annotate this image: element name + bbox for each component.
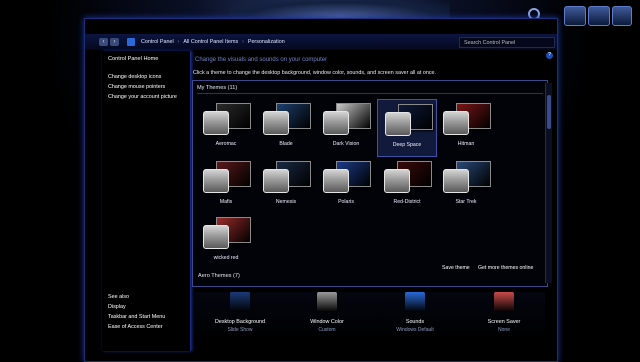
sidebar-link-account-picture[interactable]: Change your account picture	[108, 92, 177, 102]
theme-window-icon	[443, 111, 469, 135]
see-also-ease-of-access[interactable]: Ease of Access Center	[108, 322, 165, 332]
theme-scrollbar[interactable]	[545, 83, 552, 283]
see-also-display[interactable]: Display	[108, 302, 165, 312]
control-panel-home-link[interactable]: Control Panel Home	[108, 56, 158, 62]
theme-window-icon	[385, 112, 411, 136]
sidebar-links: Change desktop icons Change mouse pointe…	[108, 72, 177, 102]
theme-tile[interactable]: Deep Space	[377, 99, 437, 157]
control-panel-icon	[127, 38, 135, 46]
theme-name: Deep Space	[392, 142, 422, 148]
desktop-background-option[interactable]: Desktop Background Slide Show	[195, 292, 285, 333]
sidebar-link-desktop-icons[interactable]: Change desktop icons	[108, 72, 177, 82]
forward-icon[interactable]: ›	[110, 38, 119, 46]
save-theme-link[interactable]: Save theme	[442, 265, 470, 271]
theme-window-icon	[263, 169, 289, 193]
option-subtitle: Windows Default	[396, 327, 434, 333]
breadcrumb-separator-icon: ›	[177, 39, 180, 45]
theme-window-icon	[203, 111, 229, 135]
gadget-button[interactable]	[612, 6, 632, 26]
theme-tile[interactable]: wicked red	[196, 213, 256, 271]
gadget-button[interactable]	[564, 6, 586, 26]
see-also-taskbar[interactable]: Taskbar and Start Menu	[108, 312, 165, 322]
theme-name: Red-District	[393, 199, 421, 205]
window-color-icon	[317, 292, 337, 312]
screen-saver-icon	[494, 292, 514, 312]
theme-window-icon	[203, 169, 229, 193]
sidebar-link-mouse-pointers[interactable]: Change mouse pointers	[108, 82, 177, 92]
theme-window-icon	[384, 169, 410, 193]
theme-tile[interactable]: Star Trek	[436, 157, 496, 215]
theme-tile[interactable]: Red-District	[377, 157, 437, 215]
gadget-button[interactable]	[588, 6, 610, 26]
option-title: Window Color	[310, 319, 344, 325]
aero-themes-label: Aero Themes (7)	[198, 273, 240, 279]
breadcrumb-personalization[interactable]: Personalization	[248, 39, 285, 45]
group-divider	[197, 93, 543, 94]
theme-tile[interactable]: Mafis	[196, 157, 256, 215]
theme-name: Nemesis	[275, 199, 297, 205]
option-title: Desktop Background	[214, 319, 266, 325]
theme-window-icon	[323, 111, 349, 135]
search-input[interactable]: Search Control Panel	[459, 36, 555, 48]
sounds-option[interactable]: Sounds Windows Default	[370, 292, 460, 333]
option-subtitle: None	[498, 327, 510, 333]
screen-saver-option[interactable]: Screen Saver None	[459, 292, 549, 333]
theme-name: Hitman	[457, 141, 475, 147]
theme-tile[interactable]: Dark Vision	[316, 99, 376, 157]
theme-window-icon	[203, 225, 229, 249]
page-description: Click a theme to change the desktop back…	[193, 70, 437, 76]
theme-name: wicked red	[213, 255, 239, 261]
see-also-title: See also	[108, 294, 129, 300]
breadcrumb-control-panel[interactable]: Control Panel	[141, 39, 174, 45]
theme-name: Mafis	[219, 199, 233, 205]
theme-list: My Themes (11) Aeromac Blade Dark Vision De…	[192, 80, 548, 287]
option-title: Sounds	[405, 319, 425, 325]
option-subtitle: Custom	[318, 327, 336, 333]
get-more-themes-link[interactable]: Get more themes online	[478, 265, 533, 271]
theme-tile[interactable]: Nemesis	[256, 157, 316, 215]
scrollbar-thumb[interactable]	[547, 95, 551, 129]
theme-name: Aeromac	[215, 141, 237, 147]
theme-name: Polaris	[338, 199, 354, 205]
theme-name: Star Trek	[455, 199, 477, 205]
breadcrumb-all-items[interactable]: All Control Panel Items	[183, 39, 238, 45]
sounds-icon	[405, 292, 425, 312]
theme-name: Blade	[279, 141, 293, 147]
option-title: Screen Saver	[487, 319, 521, 325]
back-icon[interactable]: ‹	[99, 38, 108, 46]
theme-name: Dark Vision	[332, 141, 360, 147]
window-color-option[interactable]: Window Color Custom	[282, 292, 372, 333]
theme-tile[interactable]: Polaris	[316, 157, 376, 215]
theme-options-bar: Desktop Background Slide Show Window Col…	[195, 292, 545, 342]
option-subtitle: Slide Show	[227, 327, 253, 333]
theme-window-icon	[443, 169, 469, 193]
address-bar: ‹ › Control Panel › All Control Panel It…	[85, 34, 557, 50]
see-also: See also Display Taskbar and Start Menu …	[108, 292, 165, 332]
desktop-background-icon	[230, 292, 250, 312]
sidebar: Control Panel Home Change desktop icons …	[102, 51, 191, 351]
help-icon[interactable]: ?	[546, 52, 553, 59]
nav-buttons: ‹ ›	[99, 38, 119, 46]
page-title: Change the visuals and sounds on your co…	[195, 57, 328, 63]
my-themes-label: My Themes (11)	[197, 85, 238, 91]
theme-window-icon	[323, 169, 349, 193]
theme-tile[interactable]: Aeromac	[196, 99, 256, 157]
theme-tile[interactable]: Hitman	[436, 99, 496, 157]
theme-window-icon	[263, 111, 289, 135]
breadcrumb-separator-icon: ›	[242, 39, 244, 45]
theme-tile[interactable]: Blade	[256, 99, 316, 157]
